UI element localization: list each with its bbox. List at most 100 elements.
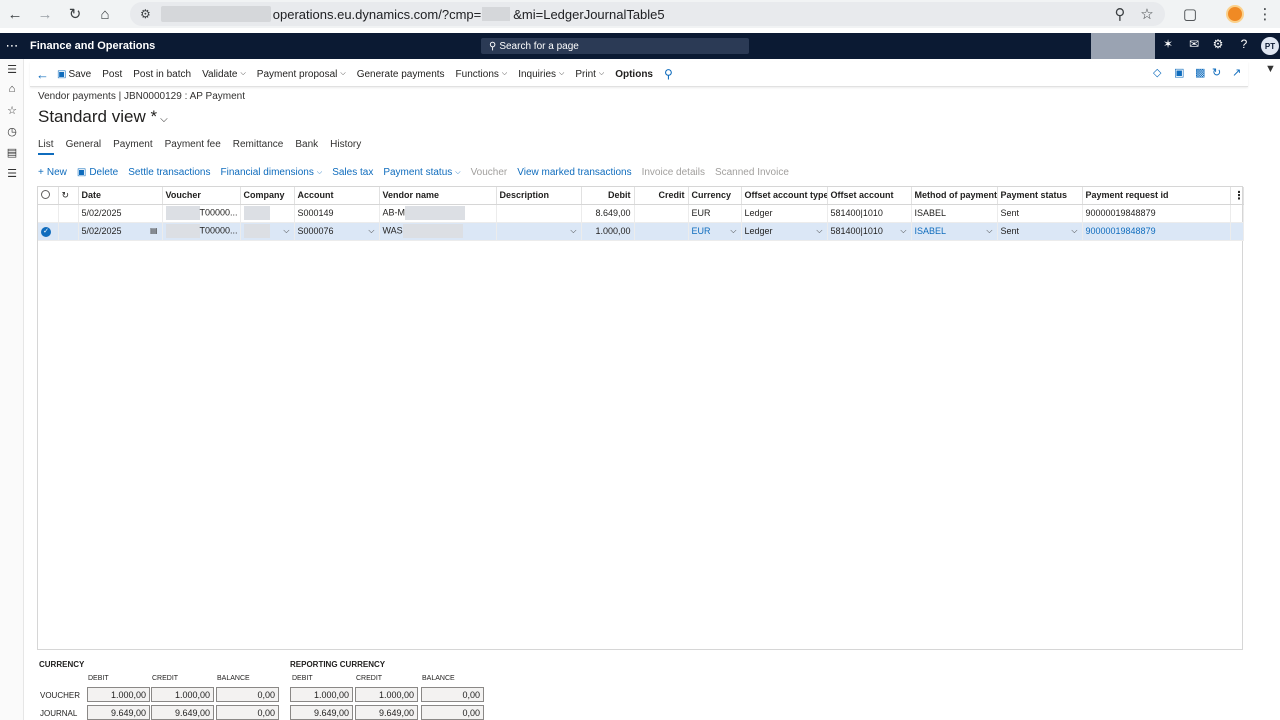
diamond-icon[interactable]: ◇ [1153, 66, 1161, 79]
tab-list[interactable]: List [38, 139, 54, 155]
home-icon[interactable]: ⌂ [0, 83, 24, 95]
cell-method-of-payment[interactable]: ISABEL ⌵ [911, 222, 998, 241]
cell-voucher[interactable]: T00000... [162, 204, 241, 223]
filter-icon[interactable]: ▼ [1265, 63, 1276, 75]
cell-debit[interactable]: 1.000,00 [581, 222, 635, 241]
cell-offset-account[interactable]: 581400|1010 ⌵ [827, 222, 912, 241]
chevron-down-icon[interactable]: ⌵ [816, 226, 822, 236]
refresh-icon[interactable]: ↻ [1212, 66, 1221, 79]
copilot-icon[interactable]: ✶ [1158, 37, 1178, 55]
options-tab[interactable]: Options [615, 69, 653, 80]
cell-date[interactable]: 5/02/2025 ▤ [78, 222, 163, 241]
chevron-down-icon[interactable]: ⌵ [283, 226, 289, 236]
extensions-icon[interactable]: ▢ [1177, 2, 1203, 26]
modules-list-icon[interactable]: ☰ [0, 167, 24, 180]
app-launcher-icon[interactable]: ⋯ [0, 38, 24, 54]
workspaces-icon[interactable]: ▤ [0, 146, 24, 159]
column-header-debit[interactable]: Debit [581, 187, 635, 205]
reload-icon[interactable]: ↻ [60, 0, 90, 28]
notifications-icon[interactable]: ✉ [1184, 37, 1204, 55]
column-header-voucher[interactable]: Voucher [162, 187, 241, 205]
back-arrow-icon[interactable]: ← [36, 67, 49, 82]
favorites-star-icon[interactable]: ☆ [0, 104, 24, 117]
cell-description[interactable]: ⌵ [496, 222, 582, 241]
row-select-radio[interactable]: ✓ [38, 222, 59, 241]
delete-button[interactable]: ▣ Delete [77, 167, 118, 178]
help-icon[interactable]: ? [1234, 37, 1254, 55]
cell-company[interactable] [240, 204, 295, 223]
cell-offset-account[interactable]: 581400|1010 [827, 204, 912, 223]
column-header-vendor-name[interactable]: Vendor name [379, 187, 497, 205]
bookmark-star-icon[interactable]: ☆ [1134, 2, 1160, 26]
cell-payment-request-id[interactable]: 90000019848879 [1082, 204, 1231, 223]
column-header-date[interactable]: Date [78, 187, 163, 205]
chevron-down-icon[interactable]: ⌵ [1071, 226, 1077, 236]
cell-account[interactable]: S000149 [294, 204, 380, 223]
post-in-batch-button[interactable]: Post in batch [133, 69, 191, 80]
cell-vendor-name[interactable]: AB-M [379, 204, 497, 223]
column-header-description[interactable]: Description [496, 187, 582, 205]
financial-dimensions-menu[interactable]: Financial dimensions ⌵ [220, 167, 322, 178]
column-header-account[interactable]: Account [294, 187, 380, 205]
open-new-window-icon[interactable]: ↗ [1232, 66, 1241, 79]
chevron-down-icon[interactable]: ⌵ [900, 226, 906, 236]
tab-remittance[interactable]: Remittance [233, 139, 284, 155]
tab-history[interactable]: History [330, 139, 361, 155]
office-icon[interactable]: ▣ [1174, 66, 1184, 79]
redacted-company-picker[interactable] [1091, 33, 1155, 59]
save-button[interactable]: ▣ Save [57, 69, 91, 80]
cell-offset-account-type[interactable]: Ledger ⌵ [741, 222, 828, 241]
more-options-icon[interactable]: ⋮ [1230, 187, 1244, 205]
tab-general[interactable]: General [66, 139, 102, 155]
tab-bank[interactable]: Bank [295, 139, 318, 155]
column-header-company[interactable]: Company [240, 187, 295, 205]
cell-payment-request-id[interactable]: 90000019848879 [1082, 222, 1231, 241]
browser-menu-icon[interactable]: ⋮ [1252, 2, 1278, 26]
cell-credit[interactable] [634, 204, 689, 223]
settle-transactions-button[interactable]: Settle transactions [128, 167, 210, 178]
action-search-icon[interactable]: ⚲ [664, 67, 673, 81]
chevron-down-icon[interactable]: ⌵ [730, 226, 736, 236]
address-bar[interactable]: ⚙ operations.eu.dynamics.com/?cmp= &mi=L… [130, 2, 1165, 26]
column-header-offset-account[interactable]: Offset account [827, 187, 912, 205]
column-header-payment-status[interactable]: Payment status [997, 187, 1083, 205]
chevron-down-icon[interactable]: ⌵ [368, 226, 374, 236]
chevron-down-icon[interactable]: ⌵ [570, 226, 576, 236]
zoom-icon[interactable]: ⚲ [1107, 2, 1133, 26]
functions-menu[interactable]: Functions ⌵ [456, 69, 508, 80]
cell-payment-status[interactable]: Sent [997, 204, 1083, 223]
row-select-radio[interactable] [38, 204, 59, 223]
column-header-method-of-payment[interactable]: Method of payment [911, 187, 998, 205]
site-info-icon[interactable]: ⚙ [140, 7, 151, 21]
new-button[interactable]: + New [38, 167, 67, 178]
refresh-icon[interactable]: ↻ [58, 187, 79, 205]
cell-debit[interactable]: 8.649,00 [581, 204, 635, 223]
tab-payment-fee[interactable]: Payment fee [165, 139, 221, 155]
cell-offset-account-type[interactable]: Ledger [741, 204, 828, 223]
page-search[interactable]: ⚲ Search for a page [481, 38, 749, 54]
tab-payment[interactable]: Payment [113, 139, 152, 155]
column-header-currency[interactable]: Currency [688, 187, 742, 205]
print-menu[interactable]: Print ⌵ [575, 69, 604, 80]
view-selector[interactable]: Standard view * ⌵ [38, 107, 168, 127]
back-arrow-icon[interactable]: ← [0, 0, 30, 28]
sales-tax-button[interactable]: Sales tax [332, 167, 373, 178]
cell-date[interactable]: 5/02/2025 [78, 204, 163, 223]
cell-account[interactable]: S000076 ⌵ [294, 222, 380, 241]
recent-clock-icon[interactable]: ◷ [0, 125, 24, 138]
column-header-payment-request-id[interactable]: Payment request id [1082, 187, 1231, 205]
view-marked-transactions-button[interactable]: View marked transactions [517, 167, 631, 178]
cell-payment-status[interactable]: Sent ⌵ [997, 222, 1083, 241]
user-avatar[interactable]: PT [1261, 37, 1279, 55]
forward-arrow-icon[interactable]: → [30, 0, 60, 28]
chevron-down-icon[interactable]: ⌵ [986, 226, 992, 236]
select-all-radio[interactable] [38, 187, 59, 205]
cell-description[interactable] [496, 204, 582, 223]
cell-company[interactable]: ⌵ [240, 222, 295, 241]
attachments-icon[interactable]: ▩ [1195, 66, 1205, 79]
column-header-credit[interactable]: Credit [634, 187, 689, 205]
hamburger-menu-icon[interactable]: ☰ [0, 63, 24, 76]
cell-voucher[interactable]: T00000... [162, 222, 241, 241]
profile-icon[interactable] [1222, 2, 1248, 26]
validate-menu[interactable]: Validate ⌵ [202, 69, 246, 80]
